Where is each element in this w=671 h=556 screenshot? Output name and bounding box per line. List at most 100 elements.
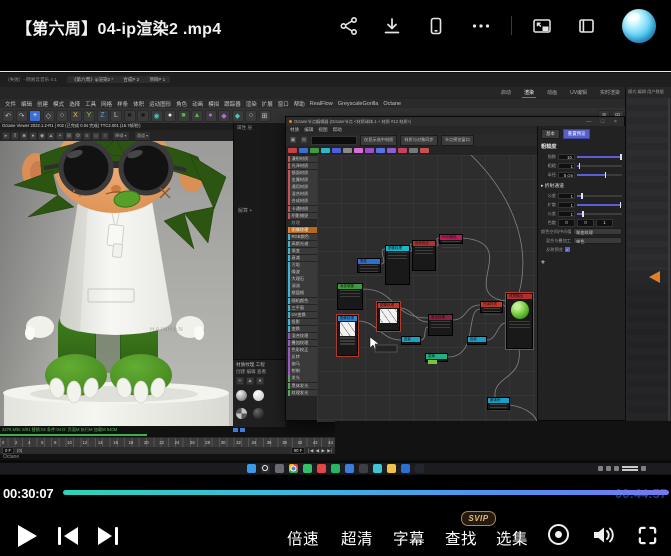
props-tab-button: 基本 xyxy=(541,129,560,139)
timeline-tick: 8 xyxy=(54,438,56,447)
search-button[interactable]: 查找 xyxy=(445,527,477,549)
timeline-ruler: 0246810121416182022242628303234363840424… xyxy=(0,437,335,447)
material-ball-silver xyxy=(236,390,247,401)
c4d-menu-item: 体积 xyxy=(133,100,144,108)
node-type-item: 钳制 xyxy=(288,368,317,374)
node-type-item: 污垢 xyxy=(288,262,317,268)
graph-node-header: 色彩校正 xyxy=(413,241,435,246)
c4d-tool-icon: ○ xyxy=(56,110,68,122)
graph-node: 渐变 xyxy=(357,258,381,273)
pip-icon[interactable] xyxy=(531,15,553,37)
c4d-menu-bar: 文件编辑创建模式选择工具网格样条体积运动图形角色动画模拟跟踪器渲染扩展窗口帮助R… xyxy=(0,99,671,108)
timeline-tick: 44 xyxy=(328,438,333,447)
timeline-tick: 38 xyxy=(282,438,287,447)
taskbar-app-icon xyxy=(359,464,368,473)
timeline-tick: 14 xyxy=(98,438,103,447)
viewer-tool-icon: ⚙ xyxy=(74,132,82,140)
more-icon[interactable] xyxy=(470,15,492,37)
download-icon[interactable] xyxy=(381,15,403,37)
props-label: 半径 xyxy=(541,172,556,178)
timeline-tick: 24 xyxy=(175,438,180,447)
node-type-item: 黑体发光 xyxy=(288,383,317,389)
playback-speed-button[interactable]: 倍速 xyxy=(287,527,319,549)
props-value: 5 cm xyxy=(558,172,575,178)
prev-button[interactable] xyxy=(58,527,80,545)
c4d-menu-item: 模拟 xyxy=(208,100,219,108)
node-param-rows xyxy=(386,251,409,263)
node-category-chip xyxy=(387,148,396,153)
c4d-menu-item: 动画 xyxy=(192,100,203,108)
graph-node: 投影 xyxy=(401,336,421,345)
c4d-tool-icon: ■ xyxy=(124,110,136,122)
episodes-button[interactable]: 选集 xyxy=(496,527,528,549)
user-avatar[interactable] xyxy=(622,9,656,43)
graph-node-header: 图像纹理 xyxy=(386,246,409,251)
props-label: 公差 xyxy=(541,193,556,199)
props-triple-row: 色散 001 xyxy=(541,218,622,227)
c4d-toolbar: ↶↷+◇○XYZL■■◉●■▲●◆◆○⊞ xyxy=(0,108,671,123)
node-type-item: 色彩校正 xyxy=(288,347,317,353)
node-param-rows xyxy=(338,289,362,301)
props-tab-button: 重置预览 xyxy=(563,129,591,139)
material-tool-icon: ▲ xyxy=(246,377,254,385)
timeline-tick: 18 xyxy=(129,438,134,447)
texture-preview xyxy=(380,309,397,323)
taskbar-app-icon xyxy=(317,464,326,473)
graph-node-header: 投影 xyxy=(468,337,486,342)
volume-button[interactable] xyxy=(590,523,616,552)
viewer-tool-icon: ≡ xyxy=(83,132,91,140)
node-param-rows xyxy=(413,246,435,258)
material-menu: 创建 编辑 查看 xyxy=(233,369,285,375)
next-button[interactable] xyxy=(98,527,120,545)
node-type-item: 阴影捕捉 xyxy=(288,213,317,219)
c4d-tool-icon: ⊞ xyxy=(259,110,271,122)
cast-icon[interactable] xyxy=(575,15,597,37)
c4d-menu-item: 样条 xyxy=(117,100,128,108)
node-type-item: 投影 xyxy=(288,319,317,325)
props-slider-row: 半径 5 cm xyxy=(541,170,622,179)
taskbar-app-icon xyxy=(401,464,410,473)
c4d-menu-item: 编辑 xyxy=(21,100,32,108)
taskbar-tray xyxy=(598,465,646,472)
play-button[interactable] xyxy=(18,525,37,547)
graph-node: 投影 xyxy=(467,336,487,345)
subtitle-button[interactable]: 字幕 xyxy=(393,527,425,549)
props-dropdown: 单色 xyxy=(573,237,622,244)
node-type-item: 漫射材质 xyxy=(288,156,317,162)
collapse-arrow-icon xyxy=(649,271,660,283)
c4d-toolbar-right: ≡⊞●⚙ xyxy=(598,108,651,123)
record-dot xyxy=(555,531,562,538)
graph-node: RGB颜色 xyxy=(439,234,463,244)
node-type-item: 纹理 xyxy=(288,220,317,226)
share-icon[interactable] xyxy=(338,15,360,37)
node-editor-menu-item: 编辑 xyxy=(304,127,313,133)
render-progress-bar xyxy=(0,434,147,436)
record-button[interactable] xyxy=(548,524,569,545)
props-value: 1 xyxy=(558,193,575,199)
quality-button[interactable]: 超清 xyxy=(341,527,373,549)
c4d-menu-item: 工具 xyxy=(85,100,96,108)
c4d-menu-item: 角色 xyxy=(176,100,187,108)
node-type-item: 大理石 xyxy=(288,276,317,282)
progress-bar[interactable] xyxy=(63,490,669,495)
node-category-chip xyxy=(332,148,341,153)
video-frame[interactable]: （失败）- 网易云音乐 4.1 《第六周》ip渲染2 *合成P 2项目P 1 启… xyxy=(0,71,671,475)
viewer-dropdown: 降噪 ▾ xyxy=(112,131,130,141)
timeline-tick: 40 xyxy=(298,438,303,447)
node-editor-title: Octane节点编辑器 (Octane节点 <材质球体.1 + 材质 #12 材… xyxy=(294,119,411,125)
grid-tool-icon: ⊞ xyxy=(300,136,308,144)
fullscreen-button[interactable] xyxy=(637,525,658,551)
node-editor-menu-item: 视图 xyxy=(318,127,327,133)
graph-node-header: 混合纹理 xyxy=(429,315,452,320)
c4d-tool-icon: Z xyxy=(97,110,109,122)
c4d-menu-item: Octane xyxy=(383,101,401,107)
tray-clock xyxy=(622,465,638,472)
viewer-tool-icon: ● xyxy=(29,132,37,140)
material-tool-icon: ● xyxy=(256,377,264,385)
mobile-icon[interactable] xyxy=(425,15,447,37)
avatar-highlight xyxy=(627,12,641,22)
material-tabs: 材质纹理 工程 xyxy=(233,360,285,369)
node-editor-button: 仅显示选中材质 xyxy=(360,135,397,146)
material-preview-sphere xyxy=(511,301,529,319)
node-param-rows xyxy=(507,320,532,332)
